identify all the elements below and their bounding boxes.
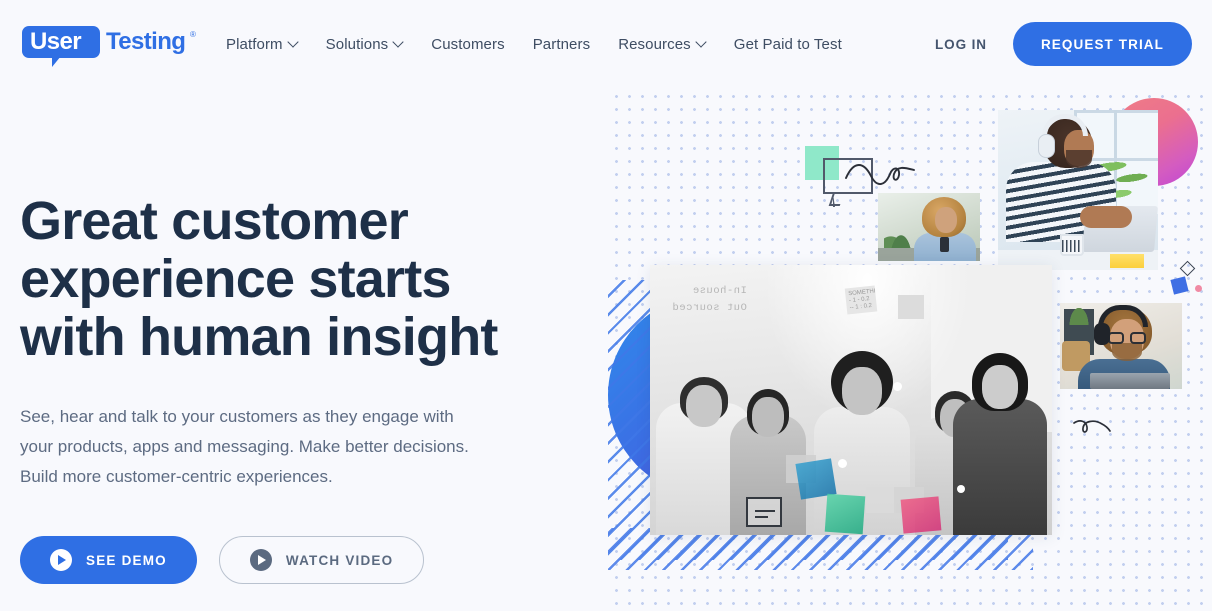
person-beard [1112, 343, 1142, 361]
phone-device [940, 237, 949, 252]
nav-item-platform[interactable]: Platform [212, 28, 312, 61]
nav-item-customers[interactable]: Customers [417, 28, 518, 61]
person-beard [1066, 150, 1092, 168]
mug-pattern [1062, 240, 1082, 252]
nav-label-customers: Customers [431, 35, 505, 53]
chevron-down-icon [394, 38, 403, 47]
play-icon [249, 549, 272, 571]
photo-man-with-headphones-laptop [998, 110, 1158, 270]
nav-label-get-paid-to-test: Get Paid to Test [733, 35, 842, 53]
page-title: Great customer experience starts with hu… [20, 192, 560, 366]
squiggle-line-icon [845, 164, 915, 185]
person-face [686, 385, 722, 427]
headphone-earcup [1094, 323, 1110, 345]
white-dot-decor [957, 485, 965, 493]
person-arm [1080, 206, 1132, 228]
sticky-note-gray [866, 487, 896, 513]
nav-item-partners[interactable]: Partners [519, 28, 605, 61]
logo-trademark: ® [190, 30, 196, 39]
usertesting-logo[interactable]: User Testing ® [20, 20, 196, 67]
person-face [982, 365, 1018, 409]
watch-video-button[interactable]: WATCH VIDEO [218, 536, 425, 584]
nav-item-solutions[interactable]: Solutions [312, 28, 418, 61]
header-actions: LOG IN REQUEST TRIAL [935, 22, 1192, 66]
nav-label-partners: Partners [532, 35, 591, 53]
hero-subcopy: See, hear and talk to your customers as … [20, 407, 469, 486]
white-dot-decor [893, 382, 902, 391]
person-face [752, 397, 784, 437]
headline-line-1: Great customer [20, 191, 409, 251]
sticky-note-blank [898, 295, 924, 319]
white-dot-decor [838, 459, 847, 468]
request-trial-button[interactable]: REQUEST TRIAL [1012, 22, 1192, 66]
whiteboard-line-1: In-house [692, 285, 747, 297]
site-header: User Testing ® Platform Solutions Custom… [0, 0, 1212, 88]
sticky-note-decor [1110, 254, 1144, 268]
chevron-down-icon [697, 38, 706, 47]
nav-label-platform: Platform [226, 35, 283, 53]
hero-collage: In-house Out sourced SOMETHING - 1 - 0.2… [600, 80, 1212, 611]
person-face [842, 367, 882, 415]
logo-word-user: User [30, 28, 82, 55]
hero-copy-block: Great customer experience starts with hu… [20, 192, 560, 584]
whiteboard-line-2: Out sourced [672, 302, 747, 314]
photo-woman-with-phone [878, 193, 980, 261]
hero-cta-row: SEE DEMO WATCH VIDEO [20, 536, 560, 584]
logo-bubble-tail-icon [52, 56, 61, 67]
sticky-note-with-text: SOMETHING - 1 - 0.2 -- 1 : 0.2 [844, 285, 878, 315]
headline-line-3: with human insight [20, 307, 498, 367]
chevron-down-icon [289, 38, 298, 47]
sticky-note-green [824, 493, 866, 535]
primary-nav: Platform Solutions Customers Partners Re… [212, 28, 856, 61]
pink-dot-decor [1195, 285, 1202, 292]
glasses-icon [1130, 332, 1146, 344]
login-link[interactable]: LOG IN [935, 37, 987, 52]
hero-page: User Testing ® Platform Solutions Custom… [0, 0, 1212, 611]
glasses-icon [1108, 332, 1124, 344]
headphone-earcup [1038, 134, 1055, 158]
watch-video-label: WATCH VIDEO [285, 552, 394, 568]
play-icon [50, 549, 72, 571]
squiggle-line-icon [1073, 420, 1111, 433]
team-member [950, 339, 1050, 535]
whiteboard-mirror-text: In-house Out sourced [672, 283, 747, 317]
nav-label-resources: Resources [618, 35, 691, 53]
logo-word-testing: Testing [106, 28, 186, 55]
sticky-note-pink [900, 496, 942, 534]
plant-decor [1068, 305, 1090, 325]
nav-label-solutions: Solutions [325, 35, 389, 53]
headline-line-2: experience starts [20, 249, 451, 309]
laptop-device [1090, 373, 1170, 389]
see-demo-button[interactable]: SEE DEMO [20, 536, 197, 584]
photo-team-collaborating: In-house Out sourced SOMETHING - 1 - 0.2… [650, 265, 1052, 535]
see-demo-label: SEE DEMO [86, 552, 167, 568]
nav-item-get-paid-to-test[interactable]: Get Paid to Test [720, 28, 856, 61]
photo-man-with-glasses-headphones [1060, 303, 1182, 389]
person-body [953, 399, 1047, 535]
note-document-icon [746, 497, 782, 527]
person-face [935, 207, 957, 233]
nav-item-resources[interactable]: Resources [604, 28, 720, 61]
